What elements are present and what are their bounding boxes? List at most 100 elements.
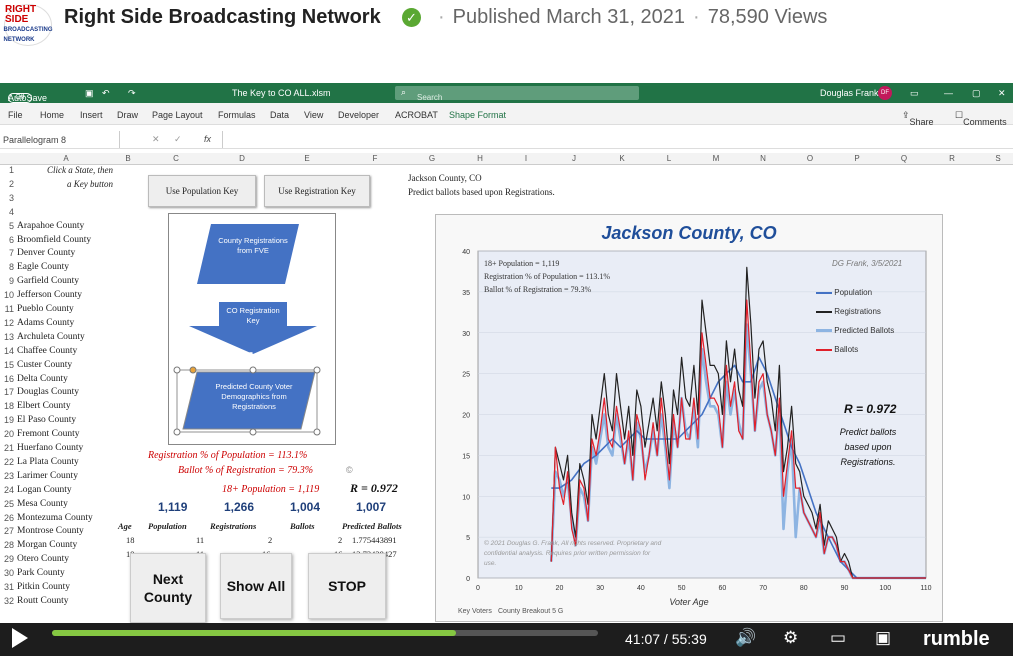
- county-cell[interactable]: Elbert County: [17, 401, 71, 411]
- selection-handle[interactable]: [173, 428, 181, 436]
- column-header-L[interactable]: L: [659, 154, 679, 163]
- row-number[interactable]: 27: [0, 526, 14, 536]
- selection-handle[interactable]: [173, 366, 181, 374]
- column-header-F[interactable]: F: [365, 154, 385, 163]
- column-header-P[interactable]: P: [847, 154, 867, 163]
- row-number[interactable]: 21: [0, 443, 14, 453]
- county-cell[interactable]: Otero County: [17, 554, 69, 564]
- function-icon[interactable]: fx: [204, 134, 211, 144]
- column-header-N[interactable]: N: [753, 154, 773, 163]
- county-cell[interactable]: Jefferson County: [17, 290, 82, 300]
- county-cell[interactable]: Garfield County: [17, 276, 79, 286]
- clipboard-icon[interactable]: ©: [346, 465, 353, 475]
- tab-data[interactable]: Data: [270, 110, 289, 120]
- row-number[interactable]: 16: [0, 374, 14, 384]
- county-cell[interactable]: Douglas County: [17, 387, 79, 397]
- legend-registrations[interactable]: Registrations: [816, 302, 894, 321]
- county-cell[interactable]: Broomfield County: [17, 235, 91, 245]
- volume-icon[interactable]: 🔊: [735, 628, 756, 648]
- save-icon[interactable]: ▣: [85, 88, 94, 99]
- county-cell[interactable]: El Paso County: [17, 415, 76, 425]
- row-number[interactable]: 25: [0, 499, 14, 509]
- row-number[interactable]: 24: [0, 485, 14, 495]
- county-cell[interactable]: Huerfano County: [17, 443, 83, 453]
- county-cell[interactable]: La Plata County: [17, 457, 79, 467]
- row-number[interactable]: 32: [0, 596, 14, 606]
- column-header-O[interactable]: O: [800, 154, 820, 163]
- undo-icon[interactable]: ↶: [102, 88, 110, 99]
- flow-diagram[interactable]: ↻ County Registrations from FVE CO Regis…: [168, 213, 336, 445]
- autosave-toggle[interactable]: Off: [8, 93, 32, 103]
- row-number[interactable]: 19: [0, 415, 14, 425]
- progress-bar[interactable]: [52, 630, 598, 636]
- tab-draw[interactable]: Draw: [117, 110, 138, 120]
- county-cell[interactable]: Park County: [17, 568, 65, 578]
- county-cell[interactable]: Adams County: [17, 318, 74, 328]
- adjust-handle[interactable]: [189, 366, 197, 374]
- selection-handle[interactable]: [249, 428, 257, 436]
- selection-handle[interactable]: [313, 428, 321, 436]
- table-cell[interactable]: 2: [338, 535, 342, 545]
- selection-handle[interactable]: [249, 366, 257, 374]
- use-registration-key-button[interactable]: Use Registration Key: [264, 175, 370, 207]
- row-number[interactable]: 18: [0, 401, 14, 411]
- column-header-C[interactable]: C: [166, 154, 186, 163]
- table-cell[interactable]: 1.775443891: [352, 535, 397, 545]
- county-cell[interactable]: Pitkin County: [17, 582, 70, 592]
- redo-icon[interactable]: ↷: [128, 88, 136, 99]
- stop-button[interactable]: STOP: [308, 553, 386, 619]
- maximize-icon[interactable]: ▢: [972, 88, 981, 99]
- county-cell[interactable]: Logan County: [17, 485, 72, 495]
- column-header-H[interactable]: H: [470, 154, 490, 163]
- column-header-A[interactable]: A: [56, 154, 76, 163]
- column-header-R[interactable]: R: [942, 154, 962, 163]
- row-number[interactable]: 6: [0, 235, 14, 245]
- row-number[interactable]: 30: [0, 568, 14, 578]
- next-county-button[interactable]: Next County: [130, 553, 206, 623]
- tab-home[interactable]: Home: [40, 110, 64, 120]
- row-number[interactable]: 1: [0, 165, 14, 175]
- county-cell[interactable]: Routt County: [17, 596, 68, 606]
- row-number[interactable]: 9: [0, 276, 14, 286]
- row-number[interactable]: 2: [0, 179, 14, 189]
- show-all-button[interactable]: Show All: [220, 553, 292, 619]
- play-icon[interactable]: [12, 628, 28, 648]
- column-header-D[interactable]: D: [232, 154, 252, 163]
- row-number[interactable]: 14: [0, 346, 14, 356]
- row-number[interactable]: 5: [0, 221, 14, 231]
- row-number[interactable]: 22: [0, 457, 14, 467]
- row-number[interactable]: 10: [0, 290, 14, 300]
- search-input[interactable]: Search: [395, 86, 639, 102]
- close-icon[interactable]: ✕: [998, 88, 1006, 99]
- county-cell[interactable]: Morgan County: [17, 540, 77, 550]
- formula-input[interactable]: [222, 131, 1012, 148]
- row-number[interactable]: 7: [0, 248, 14, 258]
- tab-view[interactable]: View: [304, 110, 323, 120]
- row-number[interactable]: 8: [0, 262, 14, 272]
- county-cell[interactable]: Arapahoe County: [17, 221, 84, 231]
- county-cell[interactable]: Custer County: [17, 360, 72, 370]
- row-number[interactable]: 23: [0, 471, 14, 481]
- channel-name[interactable]: Right Side Broadcasting Network: [64, 6, 381, 29]
- selection-handle[interactable]: [313, 366, 321, 374]
- theater-mode-icon[interactable]: ▭: [830, 628, 846, 648]
- county-cell[interactable]: Larimer County: [17, 471, 78, 481]
- sheet-tab-key-voters[interactable]: Key Voters: [458, 608, 492, 615]
- county-cell[interactable]: Eagle County: [17, 262, 69, 272]
- pip-icon[interactable]: ▣: [875, 628, 891, 648]
- row-number[interactable]: 13: [0, 332, 14, 342]
- avatar[interactable]: DF: [878, 86, 892, 100]
- minimize-icon[interactable]: —: [944, 88, 953, 98]
- row-number[interactable]: 4: [0, 207, 14, 217]
- row-number[interactable]: 15: [0, 360, 14, 370]
- column-header-M[interactable]: M: [706, 154, 726, 163]
- legend-predicted[interactable]: Predicted Ballots: [816, 321, 894, 340]
- legend-ballots[interactable]: Ballots: [816, 340, 894, 359]
- row-number[interactable]: 12: [0, 318, 14, 328]
- row-number[interactable]: 3: [0, 193, 14, 203]
- comments-button[interactable]: ☐ Comments: [955, 110, 1007, 127]
- legend-population[interactable]: Population: [816, 283, 894, 302]
- column-header-G[interactable]: G: [422, 154, 442, 163]
- column-header-Q[interactable]: Q: [894, 154, 914, 163]
- table-cell[interactable]: 11: [196, 535, 204, 545]
